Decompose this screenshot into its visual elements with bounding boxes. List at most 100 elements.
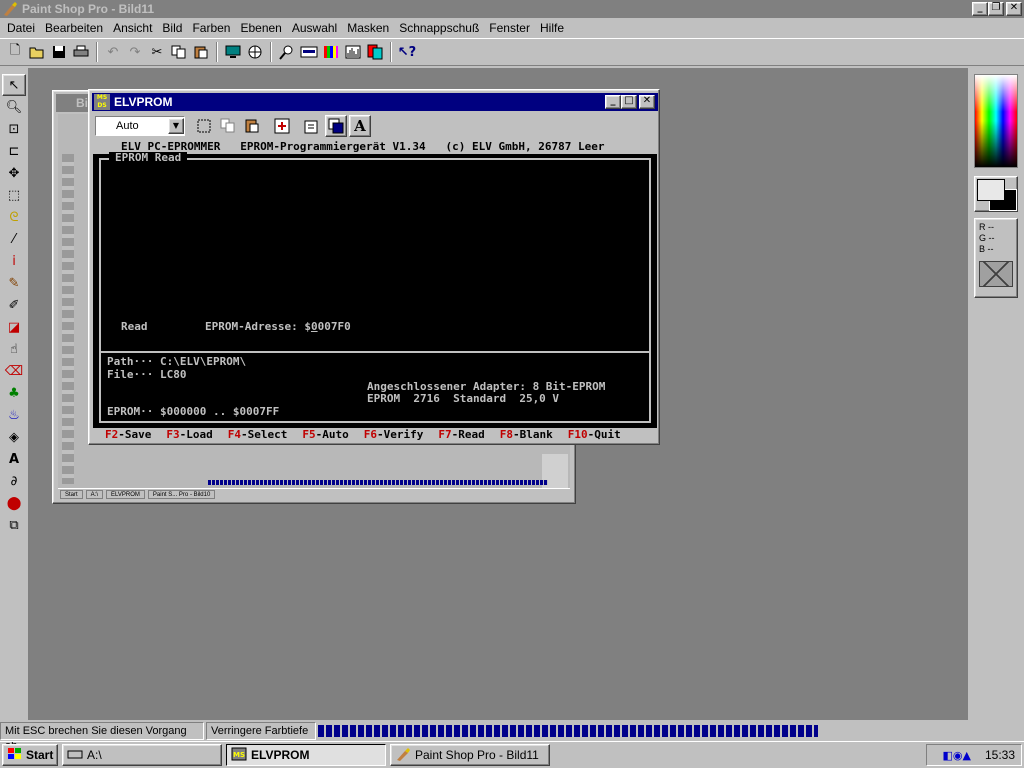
lasso-tool-icon[interactable]: ᘓ xyxy=(2,206,26,228)
menu-ansicht[interactable]: Ansicht xyxy=(108,21,157,35)
paste-icon[interactable] xyxy=(241,115,263,137)
elvprom-title-bar[interactable]: MS DS ELVPROM _ □ ✕ xyxy=(92,93,658,111)
fkey-save[interactable]: F2-Save xyxy=(105,428,151,442)
help-context-icon[interactable]: ↖? xyxy=(396,41,418,63)
zoom-tool-icon[interactable]: 🔍︎ xyxy=(2,96,26,118)
full-screen-preview-icon[interactable] xyxy=(222,41,244,63)
menu-auswahl[interactable]: Auswahl xyxy=(287,21,342,35)
menu-datei[interactable]: Datei xyxy=(2,21,40,35)
copy-icon[interactable] xyxy=(168,41,190,63)
eprom-address-value[interactable]: 007F0 xyxy=(318,320,351,333)
tray-icons[interactable]: ◧◉▲ xyxy=(943,749,971,762)
fkey-quit[interactable]: F10-Quit xyxy=(568,428,621,442)
arrow-tool-icon[interactable]: ↖ xyxy=(2,74,26,96)
fkey-read[interactable]: F7-Read xyxy=(438,428,484,442)
task-paint-shop-pro[interactable]: Paint Shop Pro - Bild11 xyxy=(390,744,550,766)
font-size-combo[interactable]: Auto ▼ xyxy=(95,116,185,136)
deform-tool-icon[interactable]: ⊡ xyxy=(2,118,26,140)
menu-bearbeiten[interactable]: Bearbeiten xyxy=(40,21,108,35)
mini-start-button: Start xyxy=(60,490,83,499)
menu-ebenen[interactable]: Ebenen xyxy=(235,21,286,35)
menu-masken[interactable]: Masken xyxy=(342,21,394,35)
mini-progress-bar xyxy=(208,480,548,485)
background-icon[interactable] xyxy=(325,115,347,137)
toolbar-toggle-icon[interactable] xyxy=(298,41,320,63)
menu-hilfe[interactable]: Hilfe xyxy=(535,21,569,35)
foreground-background-swatches[interactable] xyxy=(974,176,1018,212)
dos-console-screen[interactable]: ELV PC-EPROMMER EPROM-Programmiergerät V… xyxy=(93,140,657,442)
print-icon[interactable] xyxy=(70,41,92,63)
color-palette-icon[interactable] xyxy=(320,41,342,63)
task-elvprom[interactable]: MS ELVPROM xyxy=(226,744,386,766)
menu-schnappschuss[interactable]: Schnappschuß xyxy=(394,21,484,35)
preset-shapes-tool-icon[interactable]: ⬤ xyxy=(2,492,26,514)
color-replacer-tool-icon[interactable]: ◪ xyxy=(2,316,26,338)
eraser-tool-icon[interactable]: ⌫ xyxy=(2,360,26,382)
new-file-icon[interactable]: 🗋 xyxy=(4,41,26,63)
fkey-load[interactable]: F3-Load xyxy=(166,428,212,442)
save-icon[interactable] xyxy=(48,41,70,63)
no-color-swatch[interactable] xyxy=(979,261,1013,287)
clock[interactable]: 15:33 xyxy=(985,748,1015,762)
font-icon[interactable]: A xyxy=(349,115,371,137)
restore-button[interactable]: ❐ xyxy=(988,2,1004,16)
paint-shop-pro-icon[interactable] xyxy=(2,1,18,17)
color-info-panel: R -- G -- B -- xyxy=(974,218,1018,298)
menu-bild[interactable]: Bild xyxy=(157,21,187,35)
menu-fenster[interactable]: Fenster xyxy=(484,21,535,35)
mover-tool-icon[interactable]: ✥ xyxy=(2,162,26,184)
full-screen-icon[interactable] xyxy=(271,115,293,137)
minimize-button[interactable]: _ xyxy=(972,2,988,16)
elvprom-window[interactable]: MS DS ELVPROM _ □ ✕ Auto ▼ A ELV PC-EPRO… xyxy=(88,89,660,445)
mini-tool-palette xyxy=(62,154,74,484)
paintbrush-tool-icon[interactable]: ✎ xyxy=(2,272,26,294)
redo-icon[interactable]: ↷ xyxy=(124,41,146,63)
picture-tube-tool-icon[interactable]: ♣ xyxy=(2,382,26,404)
cut-icon[interactable]: ✂ xyxy=(146,41,168,63)
airbrush-tool-icon[interactable]: ♨ xyxy=(2,404,26,426)
ms-dos-icon: MS xyxy=(231,747,247,764)
fkey-select[interactable]: F4-Select xyxy=(228,428,288,442)
paste-icon[interactable] xyxy=(190,41,212,63)
ms-dos-icon[interactable]: MS DS xyxy=(94,94,110,110)
copy-icon[interactable] xyxy=(217,115,239,137)
layers-icon[interactable] xyxy=(364,41,386,63)
flood-fill-tool-icon[interactable]: ◈ xyxy=(2,426,26,448)
undo-icon[interactable]: ↶ xyxy=(102,41,124,63)
foreground-color-swatch[interactable] xyxy=(977,179,1005,201)
windows-logo-icon xyxy=(7,747,23,764)
file-line: File··· LC80 xyxy=(107,368,187,381)
svg-text:MS: MS xyxy=(233,751,245,759)
mark-icon[interactable] xyxy=(193,115,215,137)
text-tool-icon[interactable]: A xyxy=(2,448,26,470)
task-a-drive[interactable]: A:\ xyxy=(62,744,222,766)
fkey-auto[interactable]: F5-Auto xyxy=(302,428,348,442)
histogram-icon[interactable] xyxy=(342,41,364,63)
dropper-tool-icon[interactable]: ⅰ xyxy=(2,250,26,272)
elvprom-maximize-button[interactable]: □ xyxy=(621,95,637,109)
elvprom-minimize-button[interactable]: _ xyxy=(605,95,621,109)
zoom-icon[interactable] xyxy=(276,41,298,63)
eprom-address-label: EPROM-Adresse: $ xyxy=(205,320,311,333)
clone-brush-tool-icon[interactable]: ✐ xyxy=(2,294,26,316)
color-spectrum[interactable] xyxy=(974,74,1018,168)
retouch-tool-icon[interactable]: ☝ xyxy=(2,338,26,360)
start-button[interactable]: Start xyxy=(2,744,58,766)
selection-tool-icon[interactable]: ⬚ xyxy=(2,184,26,206)
vector-object-tool-icon[interactable]: ⧉ xyxy=(2,514,26,536)
fkey-blank[interactable]: F8-Blank xyxy=(500,428,553,442)
open-folder-icon[interactable] xyxy=(26,41,48,63)
close-button[interactable]: ✕ xyxy=(1006,2,1022,16)
properties-icon[interactable] xyxy=(301,115,323,137)
normal-view-icon[interactable] xyxy=(244,41,266,63)
menu-farben[interactable]: Farben xyxy=(187,21,235,35)
eprom-address-cursor[interactable]: 0 xyxy=(311,320,318,333)
crop-tool-icon[interactable]: ⊏ xyxy=(2,140,26,162)
red-value: R -- xyxy=(979,222,994,232)
magic-wand-tool-icon[interactable]: ⁄ xyxy=(2,228,26,250)
fkey-verify[interactable]: F6-Verify xyxy=(364,428,424,442)
draw-tool-icon[interactable]: ∂ xyxy=(2,470,26,492)
chevron-down-icon[interactable]: ▼ xyxy=(168,118,184,134)
elvprom-close-button[interactable]: ✕ xyxy=(639,95,655,109)
app-title-bar: Paint Shop Pro - Bild11 _ ❐ ✕ xyxy=(0,0,1024,18)
